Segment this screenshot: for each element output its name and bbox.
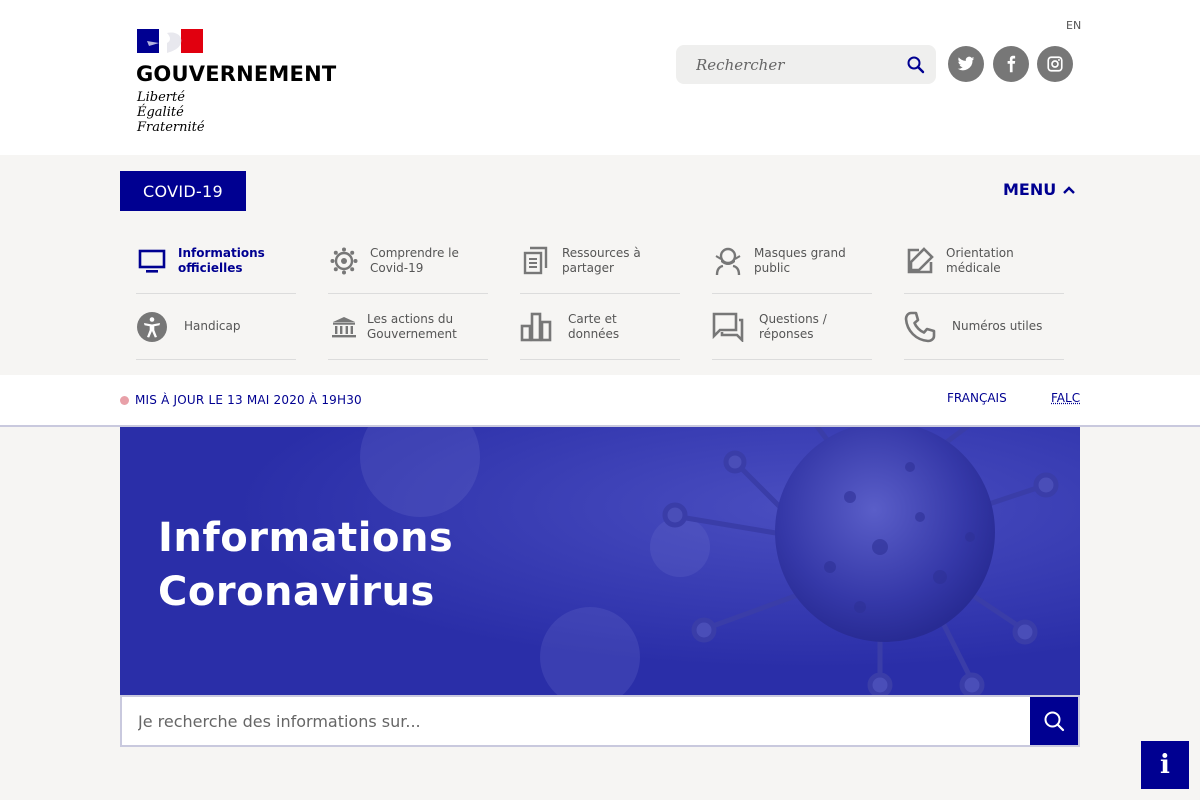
language-francais-link[interactable]: FRANÇAIS <box>947 391 1007 405</box>
menu-label: MENU <box>1003 180 1057 199</box>
edit-note-icon <box>904 245 936 277</box>
menu-toggle[interactable]: MENU <box>1003 180 1076 199</box>
covid-19-nav-button[interactable]: COVID-19 <box>120 171 246 211</box>
nav-item-label: Orientation médicale <box>946 245 1014 275</box>
nav-item-ressources[interactable]: Ressources à partager <box>520 228 680 294</box>
search-input[interactable] <box>676 45 896 84</box>
facebook-icon <box>1007 55 1016 73</box>
nav-item-label: Carte et données <box>568 311 620 341</box>
twitter-button[interactable] <box>948 46 984 82</box>
hero-banner: Informations Coronavirus <box>120 427 1080 695</box>
accessibility-icon <box>136 311 168 343</box>
nav-item-masques[interactable]: Masques grand public <box>712 228 872 294</box>
instagram-button[interactable] <box>1037 46 1073 82</box>
search-icon <box>1044 711 1065 732</box>
nav-item-label: Masques grand public <box>754 245 846 275</box>
republic-motto: Liberté Égalité Fraternité <box>137 90 205 135</box>
nav-item-actions-gouvernement[interactable]: Les actions du Gouvernement <box>328 294 488 360</box>
info-button[interactable]: i <box>1141 741 1189 789</box>
virus-icon <box>328 245 360 277</box>
facebook-button[interactable] <box>993 46 1029 82</box>
hero-title: Informations Coronavirus <box>158 511 453 619</box>
nav-item-label: Numéros utiles <box>952 319 1043 333</box>
nav-item-questions-reponses[interactable]: Questions / réponses <box>712 294 872 360</box>
phone-icon <box>904 311 936 343</box>
nav-item-handicap[interactable]: Handicap <box>136 294 296 360</box>
nav-item-label: Comprendre le Covid-19 <box>370 245 459 275</box>
instagram-icon <box>1047 56 1063 72</box>
monitor-icon <box>136 245 168 277</box>
motto-line: Fraternité <box>137 120 205 135</box>
nav-item-label: Ressources à partager <box>562 245 641 275</box>
site-header: GOUVERNEMENT Liberté Égalité Fraternité … <box>0 0 1200 155</box>
language-switch-en[interactable]: EN <box>1066 19 1081 32</box>
motto-line: Égalité <box>137 105 184 120</box>
hero-title-line: Informations <box>158 515 454 561</box>
last-update-text: MIS À JOUR LE 13 MAI 2020 À 19H30 <box>135 393 362 407</box>
documents-icon <box>520 245 552 277</box>
status-dot-icon <box>120 396 129 405</box>
hero-title-line: Coronavirus <box>158 569 435 615</box>
nav-item-numeros-utiles[interactable]: Numéros utiles <box>904 294 1064 360</box>
nav-item-orientation-medicale[interactable]: Orientation médicale <box>904 228 1064 294</box>
government-logo[interactable]: GOUVERNEMENT Liberté Égalité Fraternité <box>136 29 351 139</box>
nav-item-comprendre-covid[interactable]: Comprendre le Covid-19 <box>328 228 488 294</box>
chevron-up-icon <box>1063 185 1076 194</box>
motto-line: Liberté <box>137 90 185 105</box>
government-building-icon <box>328 311 360 343</box>
nav-item-label: Informations officielles <box>178 245 265 275</box>
information-search <box>120 695 1080 747</box>
twitter-icon <box>957 56 975 71</box>
bar-chart-icon <box>520 311 552 343</box>
logo-title: GOUVERNEMENT <box>136 62 337 86</box>
marianne-flag-icon <box>137 29 203 53</box>
nav-item-label: Handicap <box>184 319 241 333</box>
information-search-button[interactable] <box>1030 697 1078 745</box>
nav-item-carte-donnees[interactable]: Carte et données <box>520 294 680 360</box>
nav-item-label: Les actions du Gouvernement <box>367 311 457 341</box>
nav-item-informations-officielles[interactable]: Informations officielles <box>136 228 296 294</box>
language-falc-link[interactable]: FALC <box>1051 391 1080 405</box>
information-search-input[interactable] <box>122 697 1030 745</box>
site-search <box>676 45 936 84</box>
mask-icon <box>712 245 744 277</box>
search-icon[interactable] <box>906 55 926 75</box>
nav-item-label: Questions / réponses <box>759 311 827 341</box>
update-bar: MIS À JOUR LE 13 MAI 2020 À 19H30 FRANÇA… <box>0 375 1200 427</box>
chat-bubbles-icon <box>712 311 744 343</box>
